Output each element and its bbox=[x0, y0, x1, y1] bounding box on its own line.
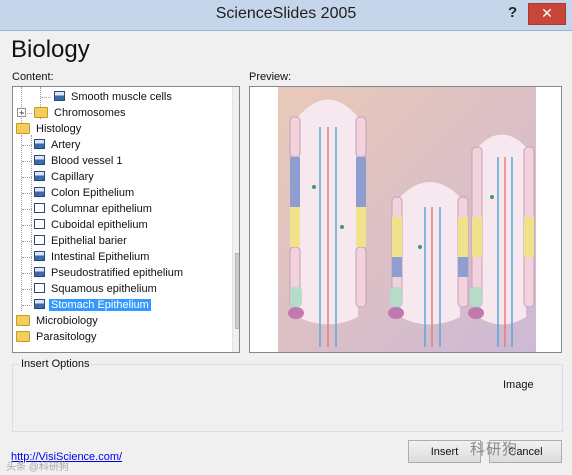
slide-image-icon bbox=[34, 171, 45, 182]
tree-item-label: Blood vessel 1 bbox=[51, 155, 123, 167]
tree-item[interactable]: Cuboidal epithelium bbox=[22, 217, 150, 233]
tree-item[interactable]: Pseudostratified epithelium bbox=[22, 265, 185, 281]
scroll-thumb[interactable] bbox=[235, 253, 239, 329]
slide-image-icon bbox=[34, 187, 45, 198]
slide-image-icon bbox=[34, 299, 45, 310]
tree-item-label: Cuboidal epithelium bbox=[51, 219, 148, 231]
folder-icon bbox=[16, 122, 30, 134]
tree-item-label: Stomach Epithelium bbox=[49, 299, 151, 311]
folder-icon bbox=[16, 314, 30, 326]
tree-item[interactable]: Blood vessel 1 bbox=[22, 153, 125, 169]
tree-line bbox=[22, 289, 32, 290]
tree-line bbox=[22, 209, 32, 210]
tree-line bbox=[22, 177, 32, 178]
title-bar: ScienceSlides 2005 ? ✕ bbox=[0, 0, 572, 31]
insert-options-group: Insert Options Image bbox=[12, 358, 563, 432]
tree-line bbox=[22, 193, 32, 194]
tree-item[interactable]: Histology bbox=[16, 121, 83, 137]
preview-pane bbox=[249, 86, 562, 353]
tree-item-label: Chromosomes bbox=[54, 107, 126, 119]
tree-line bbox=[22, 241, 32, 242]
page-title: Biology bbox=[11, 36, 90, 63]
tree-line bbox=[22, 145, 32, 146]
content-label: Content: bbox=[12, 71, 54, 83]
tree-line bbox=[22, 257, 32, 258]
tree-item-label: Microbiology bbox=[36, 315, 98, 327]
slide-image-icon bbox=[54, 91, 65, 102]
tree-item[interactable]: Microbiology bbox=[16, 313, 100, 329]
tree-item-label: Capillary bbox=[51, 171, 94, 183]
tree-item-label: Epithelial barier bbox=[51, 235, 127, 247]
insert-options-legend: Insert Options bbox=[19, 358, 92, 370]
help-button[interactable]: ? bbox=[508, 4, 517, 21]
tree-item-label: Columnar epithelium bbox=[51, 203, 152, 215]
insert-type-label: Image bbox=[503, 379, 534, 391]
tree-item[interactable]: Artery bbox=[22, 137, 82, 153]
tree-item-label: Parasitology bbox=[36, 331, 97, 343]
folder-icon bbox=[16, 330, 30, 342]
tree-item-label: Histology bbox=[36, 123, 82, 135]
tree-item-label: Artery bbox=[51, 139, 81, 151]
tree-item[interactable]: Intestinal Epithelium bbox=[22, 249, 151, 265]
scroll-down-icon[interactable]: ▼ bbox=[233, 335, 239, 352]
slide-icon bbox=[34, 203, 45, 214]
slide-image-icon bbox=[34, 139, 45, 150]
tree-item[interactable]: Epithelial barier bbox=[22, 233, 129, 249]
content-tree[interactable]: ▲ ▼ Smooth muscle cells +Chromosomes Histo… bbox=[12, 86, 240, 353]
tree-line bbox=[41, 97, 51, 98]
watermark: 科研狗 bbox=[470, 441, 519, 458]
tree-line bbox=[22, 161, 32, 162]
tree-line bbox=[22, 305, 32, 306]
tree-scrollbar[interactable]: ▲ ▼ bbox=[232, 87, 239, 352]
slide-image-icon bbox=[34, 251, 45, 262]
slide-image-icon bbox=[34, 155, 45, 166]
tree-item-label: Pseudostratified epithelium bbox=[51, 267, 184, 279]
watermark-small: 头条 @科研狗 bbox=[6, 462, 69, 473]
tree-line bbox=[22, 273, 32, 274]
tree-item-label: Squamous epithelium bbox=[51, 283, 157, 295]
tree-line bbox=[22, 225, 32, 226]
tree-item[interactable]: Stomach Epithelium bbox=[22, 297, 151, 313]
stomach-epithelium-illustration bbox=[250, 87, 561, 352]
tree-item-label: Smooth muscle cells bbox=[71, 91, 172, 103]
tree-item-label: Intestinal Epithelium bbox=[51, 251, 150, 263]
tree-item[interactable]: Parasitology bbox=[16, 329, 99, 345]
tree-item[interactable]: Capillary bbox=[22, 169, 96, 185]
tree-item-label: Colon Epithelium bbox=[51, 187, 135, 199]
window-title: ScienceSlides 2005 bbox=[215, 5, 357, 22]
slide-image-icon bbox=[34, 267, 45, 278]
folder-icon bbox=[34, 106, 48, 118]
slide-icon bbox=[34, 283, 45, 294]
tree-item[interactable]: Colon Epithelium bbox=[22, 185, 136, 201]
tree-item[interactable]: Squamous epithelium bbox=[22, 281, 159, 297]
scroll-up-icon[interactable]: ▲ bbox=[233, 87, 239, 104]
slide-icon bbox=[34, 235, 45, 246]
tree-item[interactable]: Smooth muscle cells bbox=[41, 89, 174, 105]
tree-item[interactable]: Columnar epithelium bbox=[22, 201, 154, 217]
close-button[interactable]: ✕ bbox=[528, 3, 566, 25]
tree-item[interactable]: + Chromosomes bbox=[17, 105, 128, 121]
preview-label: Preview: bbox=[249, 71, 292, 83]
tree-line bbox=[22, 113, 32, 114]
slide-icon bbox=[34, 219, 45, 230]
